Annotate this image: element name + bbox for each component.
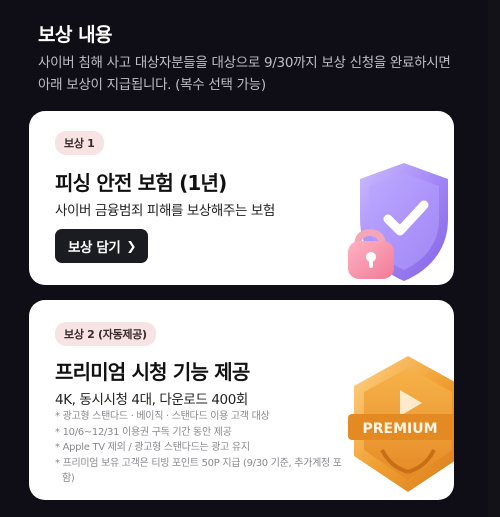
premium-medal-label: PREMIUM <box>362 421 437 437</box>
reward-card-premium: 보상 2 (자동제공) 프리미엄 시청 기능 제공 4K, 동시시청 4대, 다… <box>29 300 454 500</box>
reward-title: 프리미엄 시청 기능 제공 <box>55 360 250 384</box>
add-reward-button[interactable]: 보상 담기 ❯ <box>55 229 149 263</box>
reward-note: Apple TV 제외 / 광고형 스탠다드는 광고 유지 <box>55 440 345 456</box>
shield-lock-check-icon <box>348 163 448 281</box>
premium-medal-icon: PREMIUM <box>348 356 454 492</box>
reward-note: 10/6~12/31 이용권 구독 기간 동안 제공 <box>55 425 345 441</box>
reward-subtitle: 사이버 금융범죄 피해를 보상해주는 보험 <box>55 203 275 219</box>
reward-note: 광고형 스탠다드 · 베이직 · 스탠다드 이용 고객 대상 <box>55 409 345 425</box>
reward-note: 프리미엄 보유 고객은 티빙 포인트 50P 지급 (9/30 기준, 추가계정… <box>55 456 345 487</box>
section-description: 사이버 침해 사고 대상자분들을 대상으로 9/30까지 보상 신청을 완료하시… <box>38 55 451 93</box>
reward-title: 피싱 안전 보험 (1년) <box>55 171 227 195</box>
reward-card-phishing-insurance: 보상 1 피싱 안전 보험 (1년) 사이버 금융범죄 피해를 보상해주는 보험… <box>29 111 454 285</box>
reward-subtitle: 4K, 동시시청 4대, 다운로드 400회 <box>55 392 248 408</box>
section-title: 보상 내용 <box>38 24 113 46</box>
page-edge <box>488 0 500 517</box>
add-reward-button-label: 보상 담기 <box>68 240 121 256</box>
chevron-right-icon: ❯ <box>126 239 137 253</box>
reward-badge: 보상 2 (자동제공) <box>55 322 156 346</box>
reward-notes: 광고형 스탠다드 · 베이직 · 스탠다드 이용 고객 대상 10/6~12/3… <box>55 409 345 487</box>
reward-badge: 보상 1 <box>55 131 104 155</box>
